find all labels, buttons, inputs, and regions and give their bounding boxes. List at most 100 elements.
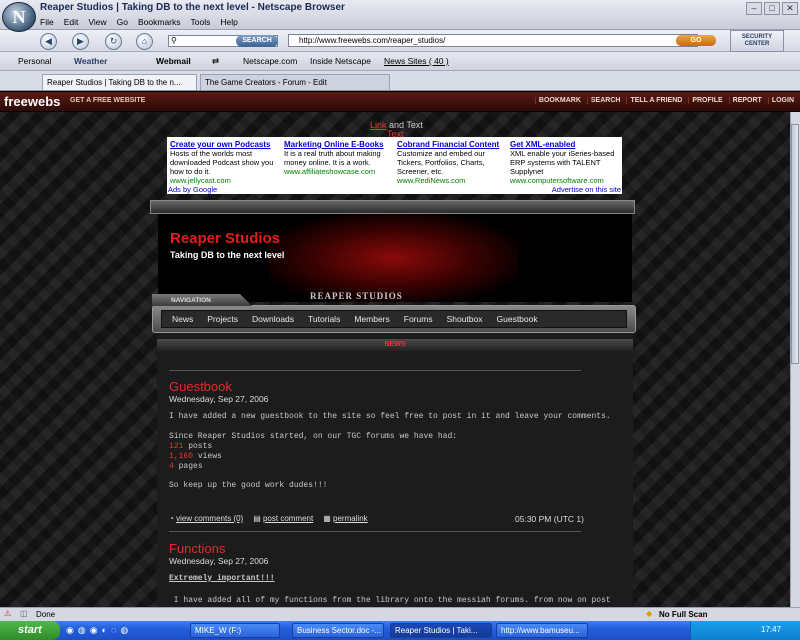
forward-arrow-icon[interactable]: ▶ — [72, 33, 89, 50]
nav-tutorials[interactable]: Tutorials — [308, 314, 340, 324]
scan-status: No Full Scan — [659, 610, 708, 619]
nav-downloads[interactable]: Downloads — [252, 314, 294, 324]
taskbar-item[interactable]: Business Sector.doc -... — [292, 623, 384, 638]
status-text: Done — [36, 610, 56, 619]
netscape-link[interactable]: Netscape.com — [243, 56, 297, 66]
site-banner: Reaper Studios Taking DB to the next lev… — [158, 214, 632, 302]
menu-bar: File Edit View Go Bookmarks Tools Help — [40, 17, 238, 27]
start-button[interactable]: start — [0, 621, 60, 640]
divider — [169, 531, 581, 532]
ad-body: It is a real truth about making money on… — [284, 149, 381, 167]
banner-watermark: REAPER STUDIOS — [310, 291, 403, 301]
menu-file[interactable]: File — [40, 17, 54, 27]
status-bar: ⚠ ◫ Done ◆ No Full Scan — [0, 607, 800, 621]
ad-item[interactable]: Create your own Podcasts Hosts of the wo… — [170, 140, 282, 185]
inside-netscape-link[interactable]: Inside Netscape — [310, 56, 371, 66]
view-comments-link[interactable]: ◔ view comments (0) — [169, 514, 243, 523]
menu-edit[interactable]: Edit — [64, 17, 79, 27]
ad-body: Hosts of the worlds most downloaded Podc… — [170, 149, 274, 176]
login-link[interactable]: LOGIN — [767, 97, 794, 104]
nav-guestbook[interactable]: Guestbook — [497, 314, 538, 324]
maximize-icon[interactable]: □ — [764, 2, 780, 15]
navigation-label: NAVIGATION — [152, 294, 252, 306]
permalink-link[interactable]: ▦ permalink — [323, 514, 367, 523]
nav-news[interactable]: News — [172, 314, 193, 324]
site-tagline: Taking DB to the next level — [170, 250, 285, 260]
freewebs-logo[interactable]: freewebs — [4, 94, 60, 109]
ad-title[interactable]: Cobrand Financial Content — [397, 140, 509, 149]
tab-reaper-studios[interactable]: Reaper Studios | Taking DB to the n... — [42, 74, 197, 90]
close-icon[interactable]: ✕ — [782, 2, 798, 15]
post-comment-link[interactable]: ▤ post comment — [253, 514, 313, 523]
shield-icon: ◆ — [646, 609, 653, 618]
ad-title[interactable]: Get XML-enabled — [510, 140, 622, 149]
post-comment-label: post comment — [262, 514, 314, 523]
taskbar-item[interactable]: http://www.bamuseu... — [496, 623, 588, 638]
security-center-button[interactable]: SECURITY CENTER — [730, 30, 784, 52]
menu-help[interactable]: Help — [220, 17, 237, 27]
ad-url: www.computersoftware.com — [510, 176, 604, 185]
report-link[interactable]: REPORT — [728, 97, 762, 104]
webmail-button[interactable]: Webmail — [156, 56, 191, 66]
weather-button[interactable]: Weather — [74, 56, 107, 66]
divider — [169, 370, 581, 371]
permalink-label: permalink — [333, 514, 368, 523]
taskbar-item-active[interactable]: Reaper Studios | Taki... — [390, 623, 492, 638]
google-ads: Create your own Podcasts Hosts of the wo… — [167, 137, 622, 194]
ads-by-google-link[interactable]: Ads by Google — [168, 185, 217, 194]
advertise-link[interactable]: Advertise on this site — [552, 185, 621, 194]
go-button[interactable]: GO — [676, 35, 716, 46]
menu-tools[interactable]: Tools — [191, 17, 211, 27]
nav-projects[interactable]: Projects — [207, 314, 238, 324]
menu-bookmarks[interactable]: Bookmarks — [138, 17, 181, 27]
ad-title[interactable]: Create your own Podcasts — [170, 140, 282, 149]
views-count: 1,160 — [169, 452, 194, 461]
taskbar-item[interactable]: MIKE_W (F:) — [190, 623, 280, 638]
nav-members[interactable]: Members — [354, 314, 389, 324]
bookmark-link[interactable]: BOOKMARK — [534, 97, 581, 104]
news-sites-link[interactable]: News Sites ( 40 ) — [384, 56, 449, 66]
profile-link[interactable]: PROFILE — [688, 97, 723, 104]
post-text: Extremely important!!! — [169, 574, 275, 583]
post-date: Wednesday, Sep 27, 2006 — [169, 556, 269, 566]
post-date: Wednesday, Sep 27, 2006 — [169, 394, 269, 404]
ad-title[interactable]: Marketing Online E-Books — [284, 140, 396, 149]
nav-forums[interactable]: Forums — [404, 314, 433, 324]
scrollbar-thumb[interactable] — [791, 124, 799, 364]
personal-menu[interactable]: Personal — [18, 56, 52, 66]
tab-game-creators[interactable]: The Game Creators - Forum - Edit — [200, 74, 390, 90]
clock: 17:47 — [761, 625, 782, 634]
home-icon[interactable]: ⌂ — [136, 33, 153, 50]
get-free-website-link[interactable]: GET A FREE WEBSITE — [70, 97, 145, 104]
sync-icon[interactable]: ⇄ — [212, 56, 219, 67]
freewebs-links: BOOKMARK SEARCH TELL A FRIEND PROFILE RE… — [534, 97, 794, 104]
posts-count: 121 — [169, 442, 184, 451]
link-text-link[interactable]: Link — [370, 120, 387, 130]
news-section-header: NEWS — [157, 339, 633, 351]
reload-icon[interactable]: ↻ — [105, 33, 122, 50]
minimize-icon[interactable]: – — [746, 2, 762, 15]
search-button[interactable]: SEARCH — [236, 35, 278, 47]
menu-go[interactable]: Go — [117, 17, 128, 27]
ad-item[interactable]: Marketing Online E-Books It is a real tr… — [284, 140, 396, 176]
ad-url: www.affiliateshowcase.com — [284, 167, 376, 176]
pages-stat: 4 pages — [169, 462, 203, 472]
warning-icon: ⚠ — [4, 609, 12, 618]
post-meta: ◔ view comments (0) ▤ post comment ▦ per… — [169, 514, 368, 523]
back-arrow-icon[interactable]: ◀ — [40, 33, 57, 50]
nav-shoutbox[interactable]: Shoutbox — [447, 314, 483, 324]
freewebs-toolbar: freewebs GET A FREE WEBSITE BOOKMARK SEA… — [0, 92, 800, 112]
search-link[interactable]: SEARCH — [586, 97, 620, 104]
menu-view[interactable]: View — [88, 17, 106, 27]
url-field[interactable]: http://www.freewebs.com/reaper_studios/ — [288, 34, 698, 47]
post-text: So keep up the good work dudes!!! — [169, 481, 328, 490]
system-tray: 17:47 — [690, 621, 800, 640]
quick-launch-icons[interactable]: ◉◍◉◐◌◍ — [66, 625, 132, 636]
ad-item[interactable]: Cobrand Financial Content Customize and … — [397, 140, 509, 185]
ad-body: Customize and embed our Tickers, Portfol… — [397, 149, 485, 176]
ad-item[interactable]: Get XML-enabled XML enable your iSeries-… — [510, 140, 622, 185]
tab-label: The Game Creators - Forum - Edit — [205, 78, 327, 87]
pages-label: pages — [173, 462, 203, 471]
tell-a-friend-link[interactable]: TELL A FRIEND — [626, 97, 682, 104]
post-text: I have added a new guestbook to the site… — [169, 412, 611, 421]
